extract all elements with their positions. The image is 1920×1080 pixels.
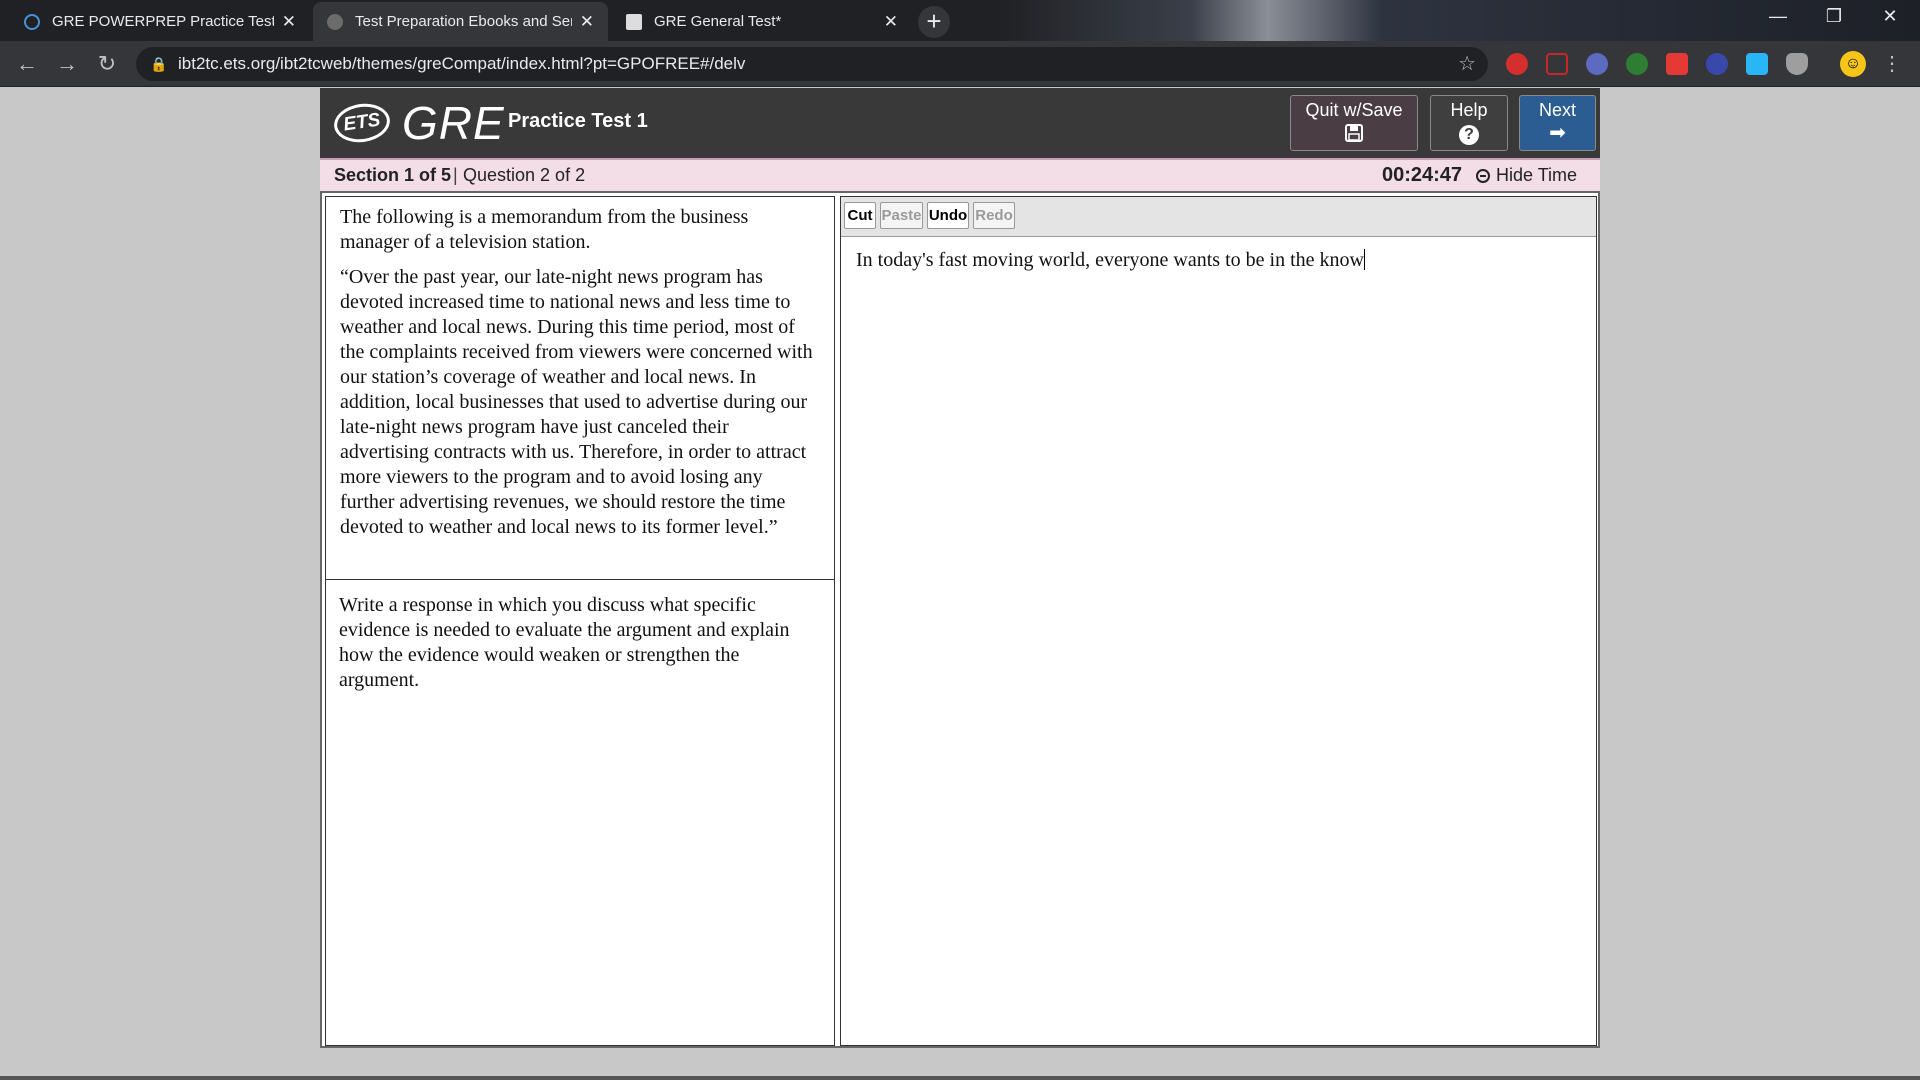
browser-tab-powerprep[interactable]: GRE POWERPREP Practice Tests ✕ — [10, 2, 310, 41]
extension-shield-icon[interactable] — [1786, 53, 1808, 75]
reload-icon[interactable]: ↻ — [92, 49, 122, 79]
help-label: Help — [1450, 100, 1488, 120]
task-prompt: Write a response in which you discuss wh… — [339, 594, 790, 691]
extension-robot-icon[interactable] — [1706, 53, 1728, 75]
browser-menu-icon[interactable]: ⋮ — [1882, 51, 1902, 77]
quit-save-button[interactable]: Quit w/Save — [1290, 95, 1418, 151]
redo-button[interactable]: Redo — [973, 202, 1015, 229]
help-button[interactable]: Help ? — [1430, 95, 1508, 151]
extension-hand-icon[interactable] — [1506, 53, 1528, 75]
ets-favicon-icon — [24, 13, 40, 30]
essay-text-area[interactable]: In today's fast moving world, everyone w… — [856, 249, 1581, 272]
essay-text: In today's fast moving world, everyone w… — [856, 249, 1364, 271]
bookmark-star-icon[interactable]: ☆ — [1458, 47, 1476, 81]
essay-pane: Cut Paste Undo Redo In today's fast movi… — [840, 196, 1597, 1046]
close-window-icon[interactable]: ✕ — [1870, 6, 1910, 27]
url-text: ibt2tc.ets.org/ibt2tcweb/themes/greCompa… — [178, 54, 746, 73]
extension-pdf-icon[interactable] — [1546, 53, 1568, 75]
close-tab-icon[interactable]: ✕ — [282, 12, 296, 32]
globe-favicon-icon — [327, 13, 343, 30]
back-arrow-icon[interactable]: ← — [12, 49, 42, 79]
hide-time-button[interactable]: Hide Time — [1476, 160, 1577, 191]
taskbar-edge — [0, 1076, 1920, 1080]
next-button[interactable]: Next ➡ — [1519, 95, 1596, 151]
minus-circle-icon — [1476, 169, 1490, 183]
cut-button[interactable]: Cut — [844, 202, 876, 229]
status-separator: | — [453, 165, 458, 185]
close-tab-icon[interactable]: ✕ — [580, 12, 594, 32]
document-favicon-icon — [626, 13, 642, 30]
address-bar[interactable]: 🔒 ibt2tc.ets.org/ibt2tcweb/themes/greCom… — [136, 47, 1488, 81]
profile-avatar[interactable]: ☺ — [1840, 51, 1866, 77]
tab-title: GRE POWERPREP Practice Tests — [52, 13, 274, 30]
restore-window-icon[interactable]: ❐ — [1814, 6, 1854, 27]
extension-arrow-icon[interactable] — [1666, 53, 1688, 75]
tab-title: GRE General Test* — [654, 13, 782, 30]
argument-passage: The following is a memorandum from the b… — [326, 197, 834, 580]
lock-icon: 🔒 — [150, 56, 168, 72]
editor-toolbar: Cut Paste Undo Redo — [841, 197, 1596, 237]
arrow-right-icon: ➡ — [1549, 122, 1566, 144]
test-header: ETS GRE Practice Test 1 Quit w/Save Help… — [320, 88, 1600, 158]
section-indicator: Section 1 of 5 — [334, 165, 452, 185]
gre-test-app: ETS GRE Practice Test 1 Quit w/Save Help… — [320, 88, 1600, 1048]
ets-logo: ETS — [331, 100, 393, 146]
text-caret — [1363, 249, 1365, 270]
browser-tab-strip: GRE POWERPREP Practice Tests ✕ Test Prep… — [0, 0, 1920, 41]
countdown-timer: 00:24:47 — [1382, 164, 1463, 186]
question-indicator: Question 2 of 2 — [463, 165, 586, 185]
close-tab-icon[interactable]: ✕ — [884, 12, 898, 32]
question-content-area: The following is a memorandum from the b… — [320, 191, 1600, 1048]
browser-toolbar: ← → ↻ 🔒 ibt2tc.ets.org/ibt2tcweb/themes/… — [0, 41, 1920, 87]
passage-intro: The following is a memorandum from the b… — [340, 206, 749, 253]
quit-save-label: Quit w/Save — [1305, 100, 1403, 120]
next-label: Next — [1538, 100, 1576, 120]
browser-tab-gre-general[interactable]: GRE General Test* ✕ — [612, 2, 912, 41]
test-title: Practice Test 1 — [508, 110, 648, 132]
browser-tab-test-prep[interactable]: Test Preparation Ebooks and Ser ✕ — [313, 2, 608, 41]
gre-logo: GRE — [402, 97, 505, 149]
passage-body: “Over the past year, our late-night news… — [340, 266, 813, 538]
paste-button[interactable]: Paste — [880, 202, 923, 229]
undo-button[interactable]: Undo — [927, 202, 969, 229]
forward-arrow-icon[interactable]: → — [52, 49, 82, 79]
minimize-icon[interactable]: — — [1758, 6, 1798, 27]
stimulus-pane: The following is a memorandum from the b… — [325, 196, 835, 1046]
extension-key-icon[interactable] — [1586, 53, 1608, 75]
new-tab-plus-icon[interactable]: + — [918, 6, 950, 38]
tab-title: Test Preparation Ebooks and Ser — [355, 13, 572, 30]
hide-time-label: Hide Time — [1496, 165, 1578, 185]
extension-s-icon[interactable] — [1746, 53, 1768, 75]
extension-k-icon[interactable] — [1626, 53, 1648, 75]
question-circle-icon: ? — [1431, 123, 1507, 145]
save-disk-icon — [1291, 123, 1417, 147]
section-status-bar: Section 1 of 5 | Question 2 of 2 00:24:4… — [320, 158, 1600, 191]
